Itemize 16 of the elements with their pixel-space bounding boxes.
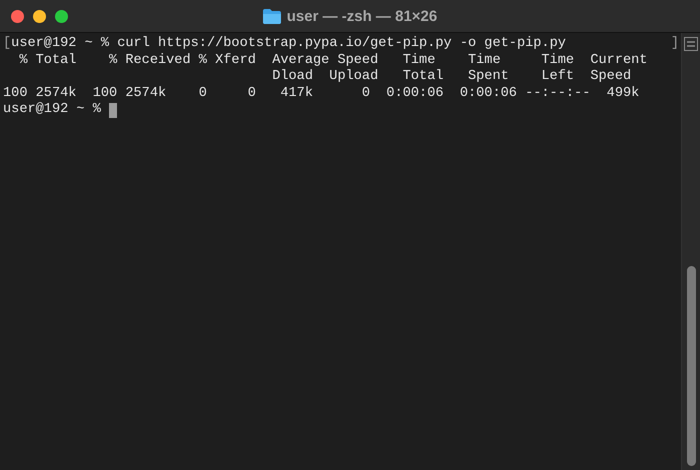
minimize-button[interactable] bbox=[33, 10, 46, 22]
output-line: Dload Upload Total Spent Left Speed bbox=[271, 69, 632, 86]
prompt-mark: [ bbox=[3, 36, 12, 53]
folder-icon bbox=[262, 8, 281, 24]
scrollbar[interactable] bbox=[681, 33, 700, 470]
zoom-button[interactable] bbox=[55, 10, 68, 22]
output-line: % Total % Received % Xferd Average Speed Time Time Time Current bbox=[18, 52, 648, 69]
close-button[interactable] bbox=[11, 10, 24, 22]
prompt-line: user@192 ~ % bbox=[3, 102, 102, 119]
output-line: 100 2574k 100 2574k 0 0 417k 0 0:00:06 0:00:06 --:--:-- 499k bbox=[3, 86, 640, 102]
scroll-thumb[interactable] bbox=[686, 266, 696, 466]
window-title: user — -zsh — 81×26 bbox=[286, 8, 438, 24]
prompt-mark: ] bbox=[670, 36, 679, 53]
command-line: user@192 ~ % curl https://bootstrap.pypa.io/get-pip.py -o get-pip.py bbox=[11, 36, 566, 53]
marks-icon[interactable] bbox=[684, 37, 698, 51]
text-cursor bbox=[109, 103, 118, 118]
